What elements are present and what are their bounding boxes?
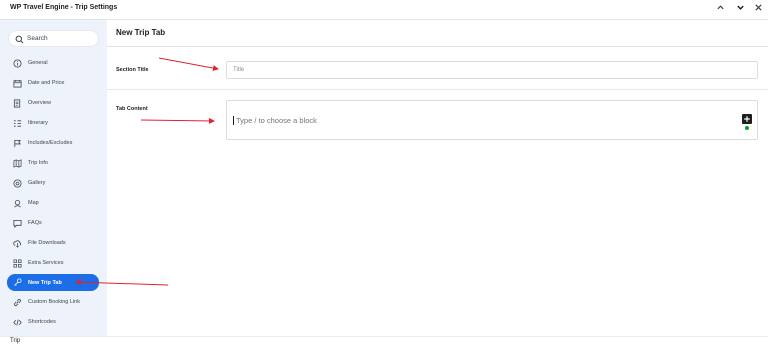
add-block-button[interactable] bbox=[742, 114, 752, 124]
divider bbox=[107, 89, 768, 90]
sidebar-item-gallery[interactable]: Gallery bbox=[7, 175, 99, 191]
calendar-icon bbox=[13, 79, 22, 88]
text-caret bbox=[233, 116, 234, 125]
section-title-placeholder: Title bbox=[233, 67, 245, 73]
sidebar-item-new-trip-tab[interactable]: New Trip Tab bbox=[7, 274, 99, 291]
sidebar-item-label: File Downloads bbox=[28, 240, 66, 246]
sidebar-item-label: New Trip Tab bbox=[28, 279, 62, 286]
sidebar-item-overview[interactable]: Overview bbox=[7, 95, 99, 111]
sidebar-item-itinerary[interactable]: Itinerary bbox=[7, 115, 99, 131]
sidebar-item-label: Custom Booking Link bbox=[28, 299, 80, 305]
sidebar-item-label: Date and Price bbox=[28, 80, 65, 86]
status-text: Trip bbox=[10, 338, 21, 344]
search-icon bbox=[15, 35, 24, 44]
sidebar-item-label: FAQs bbox=[28, 220, 42, 226]
cloud-download-icon bbox=[13, 239, 22, 248]
window-title: WP Travel Engine - Trip Settings bbox=[10, 4, 118, 11]
page-title: New Trip Tab bbox=[116, 28, 166, 37]
status-dot bbox=[745, 126, 749, 130]
close-icon[interactable] bbox=[751, 2, 765, 16]
map-pin-icon bbox=[14, 199, 21, 207]
sidebar-item-label: Includes/Excludes bbox=[28, 140, 73, 146]
sidebar-item-general[interactable]: General bbox=[7, 55, 99, 71]
link-icon bbox=[14, 298, 21, 306]
sidebar-item-label: Shortcodes bbox=[28, 319, 56, 325]
code-icon bbox=[13, 319, 22, 325]
map-book-icon bbox=[13, 158, 22, 168]
faq-icon bbox=[13, 219, 22, 228]
sidebar-item-trip-info[interactable]: Trip Info bbox=[7, 155, 99, 171]
sidebar-item-file-downloads[interactable]: File Downloads bbox=[7, 235, 99, 251]
flag-icon bbox=[14, 139, 22, 147]
sidebar-item-includes-excludes[interactable]: Includes/Excludes bbox=[7, 135, 99, 151]
plus-icon bbox=[744, 116, 750, 122]
gallery-icon bbox=[13, 178, 22, 188]
sidebar-item-faqs[interactable]: FAQs bbox=[7, 215, 99, 231]
key-icon bbox=[14, 278, 22, 286]
sidebar-item-shortcodes[interactable]: Shortcodes bbox=[7, 314, 99, 330]
sidebar: Search General Date and Price Overview I… bbox=[0, 20, 107, 336]
sidebar-item-map[interactable]: Map bbox=[7, 195, 99, 211]
section-title-label: Section Title bbox=[116, 67, 149, 73]
search-input[interactable]: Search bbox=[8, 30, 99, 47]
itinerary-icon bbox=[13, 119, 22, 127]
sidebar-item-date-and-price[interactable]: Date and Price bbox=[7, 75, 99, 91]
section-title-input[interactable]: Title bbox=[226, 61, 758, 79]
sidebar-item-label: Map bbox=[28, 200, 39, 206]
tab-content-placeholder: Type / to choose a block bbox=[236, 116, 317, 125]
tab-content-label: Tab Content bbox=[116, 106, 148, 112]
info-icon bbox=[13, 58, 22, 68]
chevron-up-icon[interactable] bbox=[713, 2, 727, 16]
sidebar-item-label: Overview bbox=[28, 100, 51, 106]
chevron-down-icon[interactable] bbox=[733, 2, 747, 16]
sidebar-item-extra-services[interactable]: Extra Services bbox=[7, 255, 99, 271]
document-icon bbox=[13, 98, 21, 108]
main-panel: New Trip Tab Section Title Title Tab Con… bbox=[107, 20, 768, 336]
sidebar-item-label: Itinerary bbox=[28, 120, 48, 126]
sidebar-item-label: General bbox=[28, 60, 48, 66]
tab-content-editor[interactable]: Type / to choose a block bbox=[226, 100, 758, 140]
sidebar-item-label: Gallery bbox=[28, 180, 46, 186]
main-header: New Trip Tab bbox=[107, 20, 768, 47]
status-bar: Trip bbox=[0, 336, 768, 346]
sidebar-item-label: Trip Info bbox=[28, 160, 48, 166]
grid-icon bbox=[13, 259, 22, 267]
sidebar-item-label: Extra Services bbox=[28, 260, 64, 266]
sidebar-item-custom-booking-link[interactable]: Custom Booking Link bbox=[7, 294, 99, 310]
window-titlebar: WP Travel Engine - Trip Settings bbox=[0, 0, 768, 20]
search-placeholder: Search bbox=[27, 35, 48, 42]
